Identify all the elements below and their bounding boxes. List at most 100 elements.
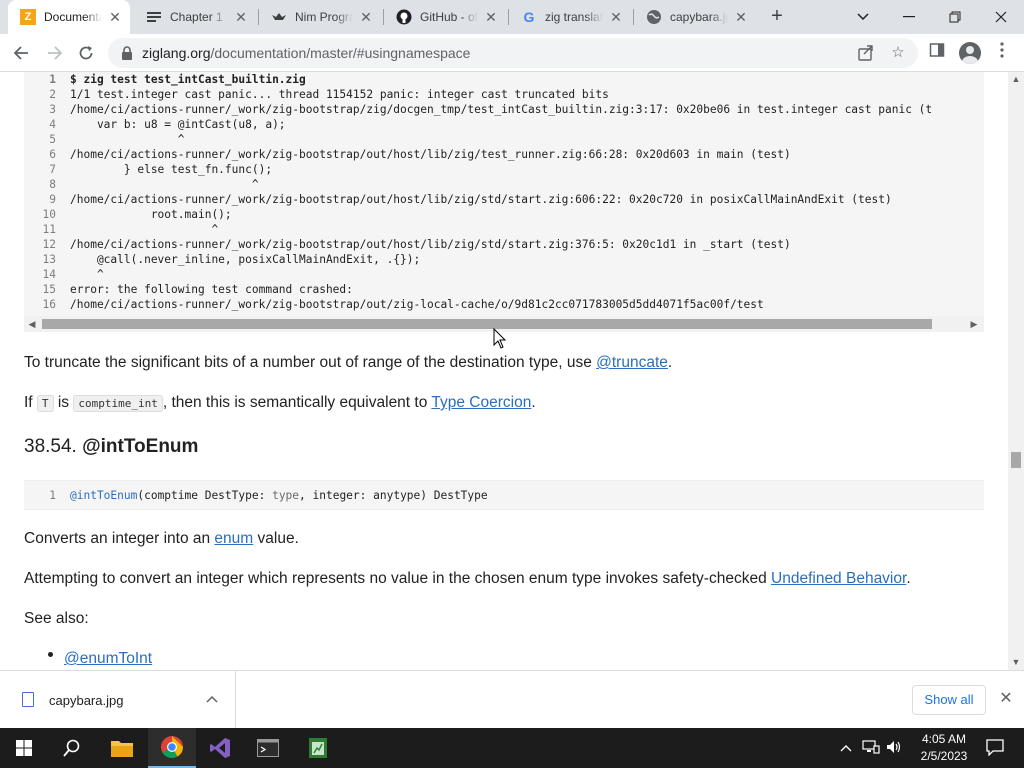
chevron-down-icon <box>857 13 869 21</box>
chevron-up-icon[interactable] <box>206 692 218 706</box>
undefined-behavior-link[interactable]: Undefined Behavior <box>771 570 906 587</box>
vertical-scrollbar[interactable]: ▲ ▼ <box>1008 72 1024 670</box>
code-line: 11 ^ <box>24 222 219 237</box>
bookmark-star-icon[interactable]: ☆ <box>890 45 906 61</box>
google-icon: G <box>523 9 535 25</box>
lock-icon[interactable] <box>120 45 134 61</box>
tab-documentation[interactable]: Z Documentation ✕ <box>8 0 130 34</box>
close-tab-icon[interactable]: ✕ <box>609 10 623 24</box>
enum-to-int-link[interactable]: @enumToInt <box>64 650 152 667</box>
inline-code-T: T <box>36 395 54 412</box>
start-button[interactable] <box>0 728 48 768</box>
volume-icon[interactable] <box>886 740 902 757</box>
scroll-left-arrow-icon[interactable]: ◀ <box>27 319 37 329</box>
image-file-icon <box>22 692 34 707</box>
notifications-icon[interactable] <box>986 738 1004 759</box>
tab-chapter-1[interactable]: Chapter 1 - ✕ <box>134 0 256 34</box>
reload-icon <box>79 46 93 60</box>
tab-capybara[interactable]: capybara.jpg ✕ <box>634 0 756 34</box>
arrow-right-icon <box>48 46 63 60</box>
scroll-up-arrow-icon[interactable]: ▲ <box>1011 74 1021 84</box>
chevron-up-icon[interactable] <box>840 740 852 755</box>
arrow-left-icon <box>13 46 28 60</box>
scrollbar-thumb[interactable] <box>42 319 932 329</box>
kebab-menu-icon[interactable] <box>991 42 1013 64</box>
visual-studio-button[interactable] <box>196 728 244 768</box>
show-all-button[interactable]: Show all <box>912 685 986 715</box>
line-number: 1 <box>49 489 56 502</box>
file-explorer-button[interactable] <box>98 728 146 768</box>
tab-title: capybara.jpg <box>670 10 728 24</box>
back-button[interactable] <box>6 38 36 68</box>
minimize-button[interactable] <box>886 0 932 34</box>
paragraph-text: Converts an integer into an <box>24 530 215 547</box>
close-tab-icon[interactable]: ✕ <box>234 10 248 24</box>
code-line: 5 ^ <box>24 132 185 147</box>
truncate-link[interactable]: @truncate <box>596 354 668 371</box>
network-icon[interactable] <box>862 740 880 757</box>
scroll-right-arrow-icon[interactable]: ▶ <box>969 319 979 329</box>
line-number: 5 <box>49 133 56 146</box>
spreadsheet-button[interactable] <box>294 728 342 768</box>
list-bullet <box>48 652 53 657</box>
download-bar: capybara.jpg Show all ✕ <box>0 670 1024 729</box>
code-line: 12/home/ci/actions-runner/_work/zig-boot… <box>24 237 791 252</box>
close-tab-icon[interactable]: ✕ <box>359 10 373 24</box>
side-panel-icon[interactable] <box>926 42 948 64</box>
restore-button[interactable] <box>932 0 978 34</box>
close-window-button[interactable] <box>978 0 1024 34</box>
tab-zig-translate[interactable]: G zig translate ✕ <box>509 0 631 34</box>
paragraph-text: If <box>24 394 37 411</box>
address-bar[interactable]: ziglang.org/documentation/master/#usingn… <box>108 38 918 68</box>
download-item[interactable]: capybara.jpg <box>0 671 236 729</box>
code-text: /home/ci/actions-runner/_work/zig-bootst… <box>70 148 791 161</box>
share-icon[interactable] <box>858 45 874 61</box>
clock-time: 4:05 AM <box>921 732 967 746</box>
windows-logo-icon <box>16 740 32 756</box>
tab-search-button[interactable] <box>840 0 886 34</box>
chrome-taskbar-button[interactable] <box>148 728 196 768</box>
tab-nim-programming[interactable]: Nim Programming ✕ <box>259 0 381 34</box>
close-icon[interactable]: ✕ <box>997 690 1015 708</box>
page-content: 1 $ zig test test_intCast_builtin.zig 2 1/1… <box>0 72 1008 670</box>
enum-link[interactable]: enum <box>214 530 253 547</box>
type-coercion-link[interactable]: Type Coercion <box>431 394 531 411</box>
code-text: @call(.never_inline, posixCallMainAndExi… <box>70 253 421 266</box>
code-line: 2 1/1 test.integer cast panic... thread 1… <box>24 87 609 102</box>
code-text: ^ <box>70 133 185 146</box>
close-tab-icon[interactable]: ✕ <box>734 10 748 24</box>
equivalence-paragraph: If T is comptime_int, then this is seman… <box>24 394 536 412</box>
line-number: 15 <box>42 283 56 296</box>
code-text: /home/ci/actions-runner/_work/zig-bootst… <box>70 193 892 206</box>
search-button[interactable] <box>48 728 96 768</box>
line-number: 13 <box>42 253 56 266</box>
line-number: 7 <box>49 163 56 176</box>
code-output-block: 1 $ zig test test_intCast_builtin.zig 2 1/1… <box>24 72 984 332</box>
profile-avatar[interactable] <box>959 42 981 64</box>
close-tab-icon[interactable]: ✕ <box>484 10 498 24</box>
spreadsheet-icon <box>309 738 327 758</box>
tab-title: Chapter 1 - <box>170 10 228 24</box>
code-text: /home/ci/actions-runner/_work/zig-bootst… <box>70 103 933 116</box>
code-text: 1/1 test.integer cast panic... thread 11… <box>70 88 609 101</box>
see-also-list-item: @enumToInt <box>64 650 152 668</box>
mouse-pointer-icon <box>493 328 507 349</box>
system-clock[interactable]: 4:05 AM 2/5/2023 <box>904 731 984 765</box>
search-icon <box>63 739 80 757</box>
code-line: 16/home/ci/actions-runner/_work/zig-boot… <box>24 297 764 312</box>
close-tab-icon[interactable]: ✕ <box>108 10 122 24</box>
terminal-button[interactable] <box>244 728 292 768</box>
new-tab-button[interactable]: + <box>766 6 788 28</box>
scrollbar-thumb[interactable] <box>1011 452 1021 468</box>
code-line: 7 } else test_fn.func(); <box>24 162 272 177</box>
scroll-down-arrow-icon[interactable]: ▼ <box>1011 657 1021 667</box>
url-path: /documentation/master/#usingnamespace <box>210 45 471 61</box>
signature-code-block: 1 @intToEnum(comptime DestType: type, int… <box>24 480 984 510</box>
tab-github[interactable]: GitHub - ofvmp ✕ <box>384 0 506 34</box>
line-number: 10 <box>42 208 56 221</box>
attempting-paragraph: Attempting to convert an integer which r… <box>24 570 911 588</box>
tab-title: Nim Programming <box>295 10 353 24</box>
reload-button[interactable] <box>71 38 101 68</box>
forward-button[interactable] <box>40 38 70 68</box>
clock-date: 2/5/2023 <box>920 749 968 763</box>
